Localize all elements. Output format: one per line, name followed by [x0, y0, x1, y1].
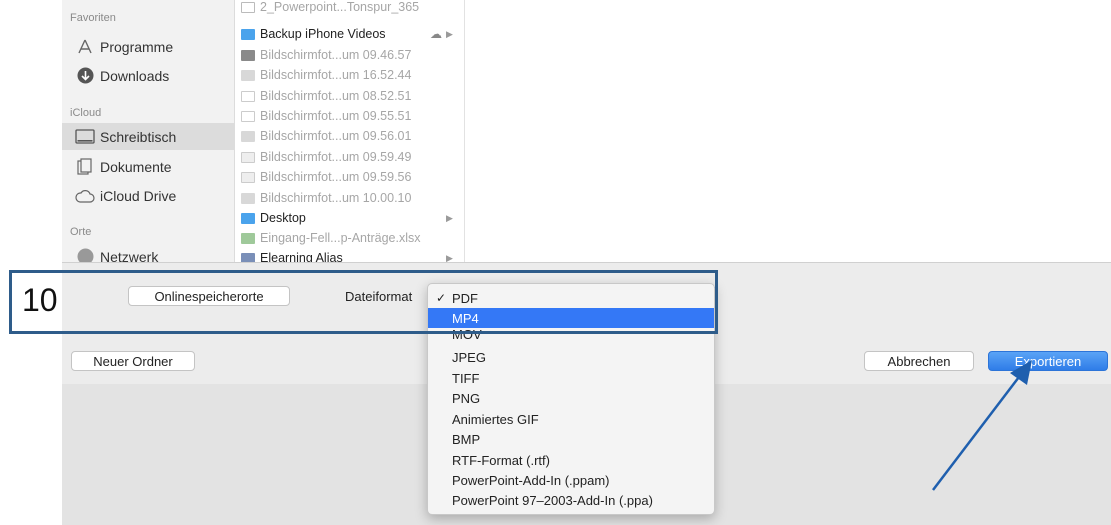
annotation-arrow-icon: [932, 360, 1032, 491]
